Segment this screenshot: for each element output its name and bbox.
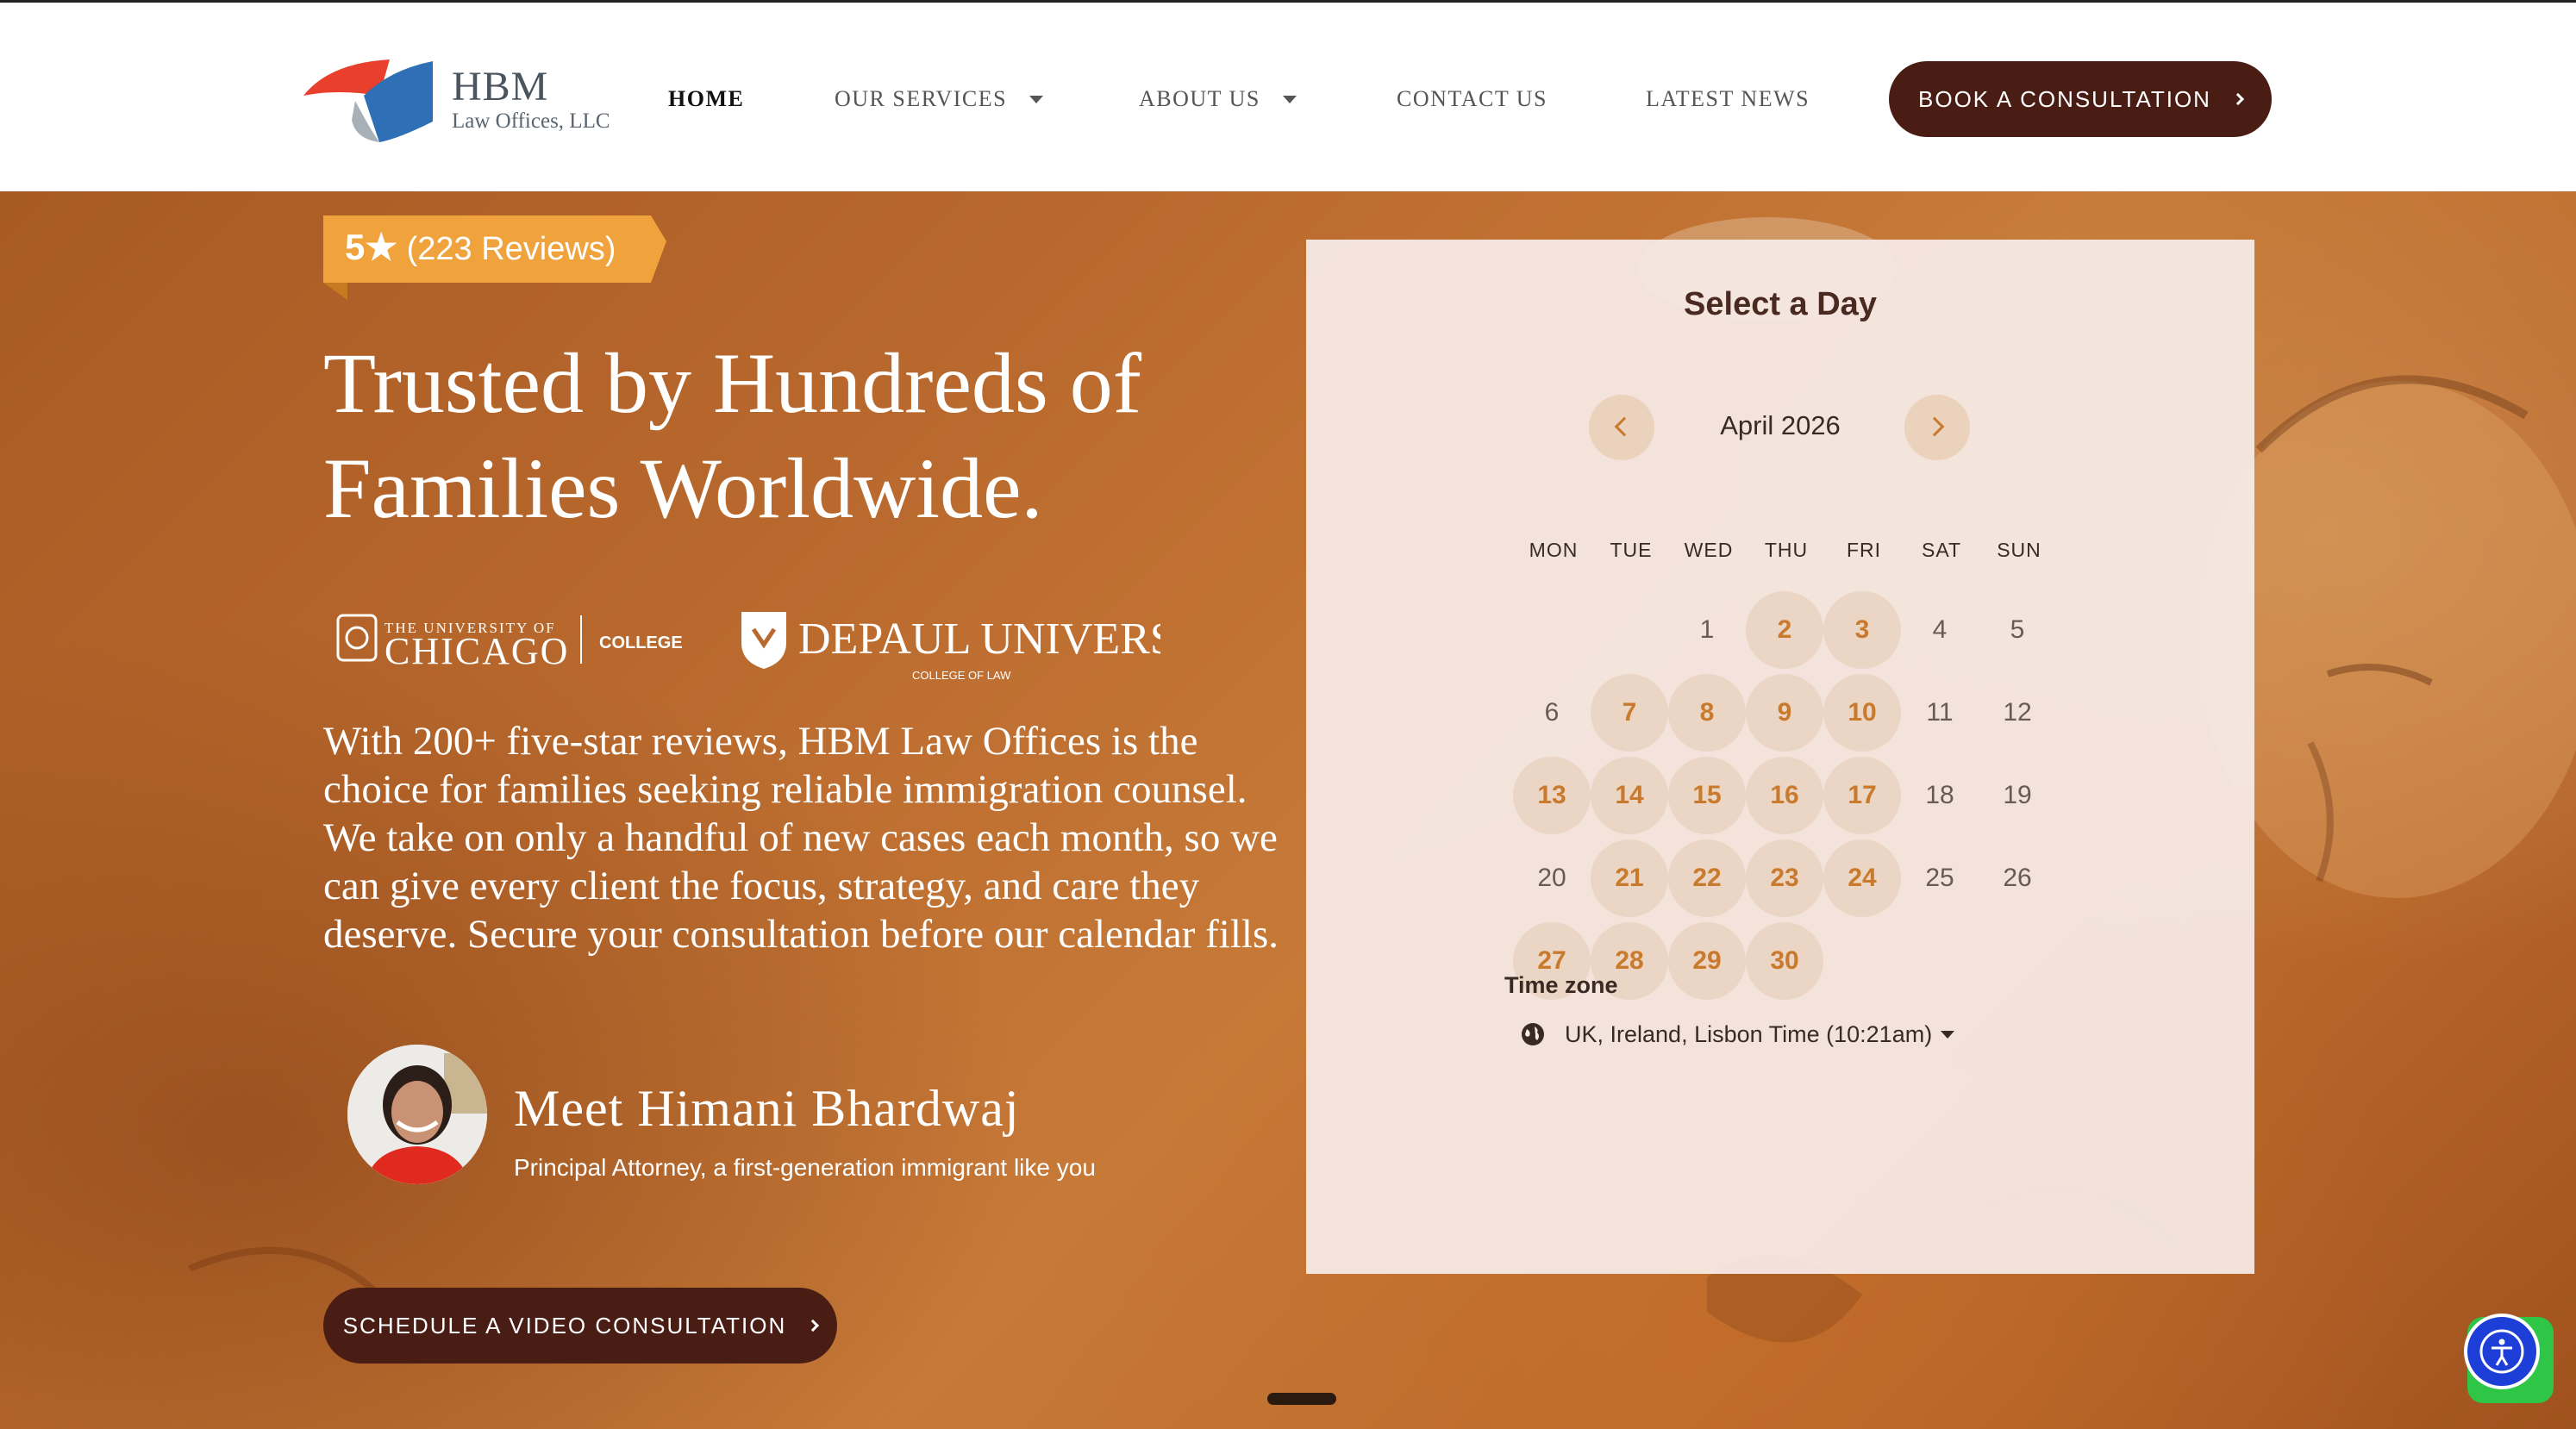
rating-stars: 5★ bbox=[345, 227, 398, 267]
weekday-fri: FRI bbox=[1846, 539, 1882, 561]
weekday-wed: WED bbox=[1684, 539, 1734, 561]
hero-section: 5★ (223 Reviews) Trusted by Hundreds of … bbox=[0, 191, 2576, 1429]
calendar-day: 5 bbox=[2010, 615, 2025, 644]
uchicago-big-text: CHICAGO bbox=[385, 630, 569, 672]
calendar-day[interactable]: 10 bbox=[1823, 674, 1901, 752]
attorney-avatar bbox=[347, 1045, 487, 1184]
calendar-day: 19 bbox=[2003, 781, 2032, 809]
uchicago-college-text: COLLEGE bbox=[599, 633, 683, 652]
caret-down-icon bbox=[1029, 95, 1044, 103]
rating-text: 5★ (223 Reviews) bbox=[345, 226, 616, 268]
chevron-left-icon bbox=[1614, 416, 1635, 437]
schedule-video-consultation-button[interactable]: SCHEDULE A VIDEO CONSULTATION bbox=[323, 1288, 837, 1363]
calendar-day[interactable]: 15 bbox=[1668, 757, 1746, 834]
calendar-day[interactable]: 3 bbox=[1823, 591, 1901, 669]
globe-icon bbox=[1522, 1023, 1544, 1045]
book-consultation-label: BOOK A CONSULTATION bbox=[1918, 85, 2211, 112]
month-navigation: April 2026 bbox=[1306, 395, 2254, 464]
calendar-day: 11 bbox=[1926, 698, 1954, 727]
nav-home[interactable]: HOME bbox=[668, 86, 744, 112]
chevron-right-icon bbox=[807, 1319, 820, 1332]
calendar-day[interactable]: 30 bbox=[1746, 922, 1823, 1000]
calendar-day[interactable]: 24 bbox=[1823, 839, 1901, 917]
depaul-sub-text: COLLEGE OF LAW bbox=[912, 669, 1011, 682]
caret-down-icon bbox=[1941, 1030, 1955, 1039]
timezone-label: Time zone bbox=[1504, 972, 1618, 998]
timezone-value: UK, Ireland, Lisbon Time (10:21am) bbox=[1565, 1020, 1933, 1047]
site-logo[interactable]: HBM Law Offices, LLC bbox=[303, 53, 614, 147]
calendar-day[interactable]: 22 bbox=[1668, 839, 1746, 917]
nav-our-services[interactable]: OUR SERVICES bbox=[835, 86, 1044, 112]
calendar-day[interactable]: 29 bbox=[1668, 922, 1746, 1000]
calendar-day[interactable]: 13 bbox=[1513, 757, 1591, 834]
calendar-day[interactable]: 23 bbox=[1746, 839, 1823, 917]
attorney-title: Principal Attorney, a first-generation i… bbox=[514, 1154, 1096, 1181]
accessibility-icon[interactable] bbox=[2464, 1314, 2540, 1389]
book-consultation-button[interactable]: BOOK A CONSULTATION bbox=[1889, 61, 2272, 137]
logo-subtitle: Law Offices, LLC bbox=[452, 109, 610, 133]
calendar-day[interactable]: 21 bbox=[1591, 839, 1668, 917]
caret-down-icon bbox=[1282, 95, 1297, 103]
calendar-day[interactable]: 7 bbox=[1591, 674, 1668, 752]
schedule-video-label: SCHEDULE A VIDEO CONSULTATION bbox=[342, 1312, 787, 1339]
calendar-day[interactable]: 2 bbox=[1746, 591, 1823, 669]
next-month-button[interactable] bbox=[1904, 395, 1970, 460]
nav-latest-news[interactable]: LATEST NEWS bbox=[1646, 86, 1810, 112]
rating-reviews: (223 Reviews) bbox=[406, 231, 616, 267]
weekday-sat: SAT bbox=[1921, 539, 1962, 561]
previous-month-button[interactable] bbox=[1589, 395, 1654, 460]
nav-about-us[interactable]: ABOUT US bbox=[1139, 86, 1297, 112]
calendar-day: 25 bbox=[1925, 864, 1954, 892]
calendar-day: 26 bbox=[2003, 864, 2032, 892]
hbm-logo-icon bbox=[303, 59, 433, 142]
nav-about-us-label: ABOUT US bbox=[1139, 86, 1260, 111]
nav-our-services-label: OUR SERVICES bbox=[835, 86, 1008, 111]
calendar-day: 12 bbox=[2003, 698, 2032, 727]
calendar-day[interactable]: 16 bbox=[1746, 757, 1823, 834]
weekday-tue: TUE bbox=[1610, 539, 1653, 561]
calendar-title: Select a Day bbox=[1684, 286, 1877, 322]
uchicago-college-logo: THE UNIVERSITY OF CHICAGO COLLEGE bbox=[336, 614, 683, 672]
booking-calendar: Select a Day April 2026 MON TUE WED THU FRI S… bbox=[1306, 240, 2254, 1274]
calendar-day[interactable]: 17 bbox=[1823, 757, 1901, 834]
chevron-right-icon bbox=[1924, 416, 1945, 437]
chevron-right-icon bbox=[2231, 92, 2245, 106]
calendar-day: 4 bbox=[1932, 615, 1948, 644]
calendar-day: 20 bbox=[1537, 864, 1566, 892]
calendar-day[interactable]: 9 bbox=[1746, 674, 1823, 752]
site-header: HBM Law Offices, LLC HOME OUR SERVICES A… bbox=[0, 0, 2576, 191]
hero-title: Trusted by Hundreds of Families Worldwid… bbox=[323, 335, 1142, 536]
scroll-indicator[interactable] bbox=[1267, 1393, 1336, 1405]
depaul-text: DEPAUL UNIVERSITY bbox=[798, 615, 1160, 664]
calendar-day: 1 bbox=[1699, 615, 1715, 644]
calendar-day[interactable]: 14 bbox=[1591, 757, 1668, 834]
timezone-select[interactable]: UK, Ireland, Lisbon Time (10:21am) bbox=[1520, 1017, 1955, 1051]
depaul-law-logo: DEPAUL UNIVERSITY COLLEGE OF LAW bbox=[741, 612, 1160, 682]
logo-title: HBM bbox=[452, 64, 549, 109]
weekday-mon: MON bbox=[1529, 539, 1579, 561]
calendar-day[interactable]: 8 bbox=[1668, 674, 1746, 752]
nav-contact-us[interactable]: CONTACT US bbox=[1397, 86, 1547, 112]
hero-paragraph: With 200+ five-star reviews, HBM Law Off… bbox=[323, 719, 1279, 957]
weekday-thu: THU bbox=[1764, 539, 1809, 561]
month-label: April 2026 bbox=[1720, 410, 1841, 440]
calendar-day: 18 bbox=[1925, 781, 1954, 809]
attorney-name: Meet Himani Bhardwaj bbox=[514, 1080, 1020, 1137]
calendar-day: 6 bbox=[1544, 698, 1560, 727]
weekday-sun: SUN bbox=[1997, 539, 2041, 561]
